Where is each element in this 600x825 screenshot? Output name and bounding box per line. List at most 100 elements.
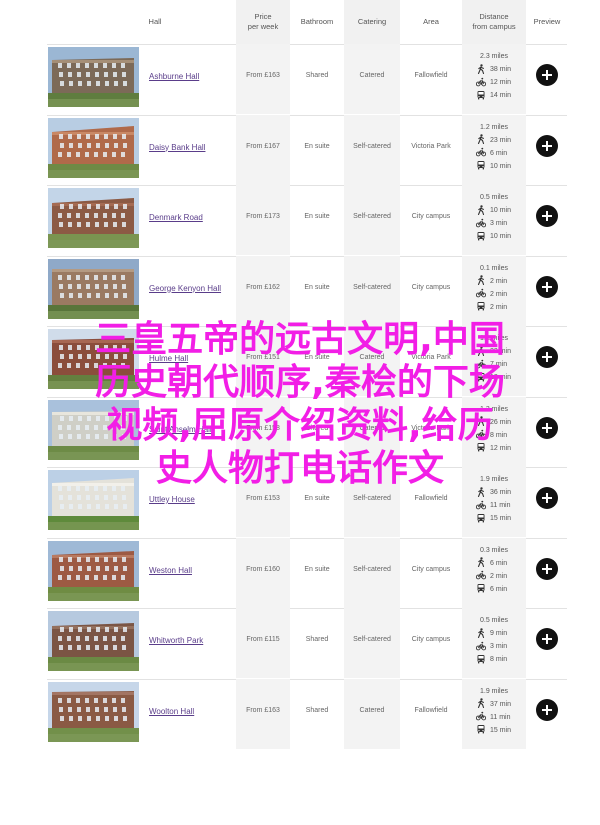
walking-icon [476, 698, 490, 710]
distance-miles: 1.2 miles [480, 123, 509, 131]
preview-plus-button[interactable] [536, 628, 558, 650]
bus-time-label: 15 min [490, 515, 512, 522]
bathroom-cell: Shared [305, 636, 329, 643]
price-column-shade [236, 537, 290, 608]
bike-time-label: 3 min [490, 643, 508, 650]
price-column-shade [236, 185, 290, 255]
hall-name-link[interactable]: Daisy Bank Hall [149, 143, 205, 152]
preview-plus-button[interactable] [536, 134, 558, 157]
hall-name-link[interactable]: George Kenyon Hall [149, 284, 221, 293]
area-cell: Fallowfield [414, 495, 448, 502]
overlay-line: 视频,屈原介绍资料,给历 [106, 405, 494, 446]
hall-name-link[interactable]: Ashburne Hall [149, 72, 199, 81]
header-price: Price per week [236, 0, 290, 44]
hall-photo[interactable] [48, 611, 139, 671]
bus-time: 10 min [476, 230, 538, 243]
bus-time: 6 min [476, 583, 538, 596]
walk-time: 6 min [476, 557, 538, 570]
overlay-line: 历史朝代顺序,秦桧的下场 [95, 362, 505, 403]
hall-name-link[interactable]: Uttley House [149, 495, 195, 504]
catering-cell: Self-catered [353, 142, 391, 150]
bus-time: 8 min [476, 653, 538, 666]
table-row: George Kenyon Hall From £162 En suite Self-… [0, 255, 600, 326]
area-cell: City campus [411, 283, 451, 291]
hall-photo[interactable] [48, 47, 139, 107]
bathroom-cell: En suite [304, 213, 330, 220]
price-cell: From £173 [246, 213, 280, 220]
walk-time: 2 min [476, 275, 538, 288]
bicycle-icon [475, 641, 490, 653]
overlay-line: 三皇五帝的远古文明,中国 [95, 319, 505, 360]
catering-cell: Self-catered [353, 283, 391, 291]
bike-time: 2 min [475, 288, 538, 301]
bike-time: 11 min [475, 711, 538, 724]
bike-time-label: 2 min [490, 290, 508, 298]
hall-name-link[interactable]: Weston Hall [149, 566, 192, 575]
walk-time-label: 10 min [490, 207, 512, 214]
hall-photo[interactable] [48, 188, 139, 248]
preview-plus-button[interactable] [536, 64, 558, 86]
bus-time-label: 10 min [490, 233, 512, 240]
bus-time-label: 6 min [490, 585, 508, 593]
distance-miles: 0.1 miles [480, 264, 509, 272]
bike-time: 12 min [475, 76, 538, 89]
header-distance-line2: from campus [472, 22, 516, 31]
hall-photo[interactable] [48, 681, 139, 742]
bike-time: 3 min [475, 640, 538, 653]
walk-time: 9 min [476, 627, 538, 640]
walk-time-label: 9 min [490, 630, 508, 637]
preview-plus-button[interactable] [536, 275, 558, 298]
hall-photo[interactable] [48, 540, 139, 601]
bike-time-label: 12 min [490, 79, 512, 86]
bike-time: 3 min [475, 217, 538, 230]
header-preview: Preview [533, 17, 561, 26]
bus-time: 2 min [476, 301, 538, 314]
hall-name-link[interactable]: Woolton Hall [149, 707, 194, 716]
distance-cell: 1.9 miles 37 min 11 min 15 min [475, 685, 538, 737]
price-cell: From £163 [246, 706, 280, 714]
bus-time: 15 min [476, 512, 538, 525]
price-cell: From £162 [246, 283, 280, 291]
bathroom-cell: En suite [304, 565, 330, 573]
hall-name-link[interactable]: Denmark Road [149, 213, 203, 222]
bicycle-icon [475, 218, 490, 230]
price-column-shade [236, 678, 290, 749]
price-cell: From £163 [246, 72, 280, 79]
walking-icon [476, 275, 490, 287]
preview-plus-button[interactable] [536, 487, 558, 509]
bicycle-icon [475, 570, 490, 582]
bicycle-icon [475, 500, 490, 512]
header-price-line1: Price [254, 12, 272, 21]
price-column-shade [236, 114, 290, 185]
bus-time: 10 min [476, 160, 538, 173]
catering-cell: Self-catered [353, 495, 391, 502]
walk-time-label: 23 min [490, 136, 512, 144]
bathroom-cell: En suite [304, 142, 330, 150]
area-cell: Fallowfield [414, 706, 448, 714]
hall-photo[interactable] [48, 258, 139, 319]
preview-plus-button[interactable] [536, 698, 558, 721]
table-header: Hall Price per week Bathroom Catering Ar… [0, 0, 600, 44]
walking-icon [476, 134, 490, 146]
walking-icon [476, 627, 490, 640]
walk-time-label: 38 min [490, 66, 512, 73]
bike-time-label: 11 min [490, 713, 511, 721]
bus-icon [476, 583, 490, 595]
walking-icon [476, 63, 490, 76]
preview-plus-button[interactable] [536, 205, 558, 227]
hall-name-link[interactable]: Whitworth Park [149, 636, 203, 645]
header-area: Area [423, 17, 439, 26]
distance-cell: 2.3 miles 38 min 12 min 14 min [475, 50, 538, 102]
header-distance: Distance from campus [462, 0, 526, 44]
header-distance-line1: Distance [479, 12, 509, 21]
hall-photo[interactable] [48, 117, 139, 178]
bathroom-cell: En suite [304, 495, 330, 502]
distance-miles: 0.5 miles [480, 617, 509, 624]
catering-column-shade [344, 185, 400, 255]
price-cell: From £160 [246, 565, 280, 573]
catering-cell: Self-catered [353, 565, 391, 573]
preview-plus-button[interactable] [536, 557, 558, 580]
overlay-caption: 三皇五帝的远古文明,中国 历史朝代顺序,秦桧的下场 视频,屈原介绍资料,给历 史… [0, 318, 600, 490]
table-row: Whitworth Park From £115 Shared Self-catere… [0, 608, 600, 678]
catering-cell: Self-catered [353, 213, 391, 220]
